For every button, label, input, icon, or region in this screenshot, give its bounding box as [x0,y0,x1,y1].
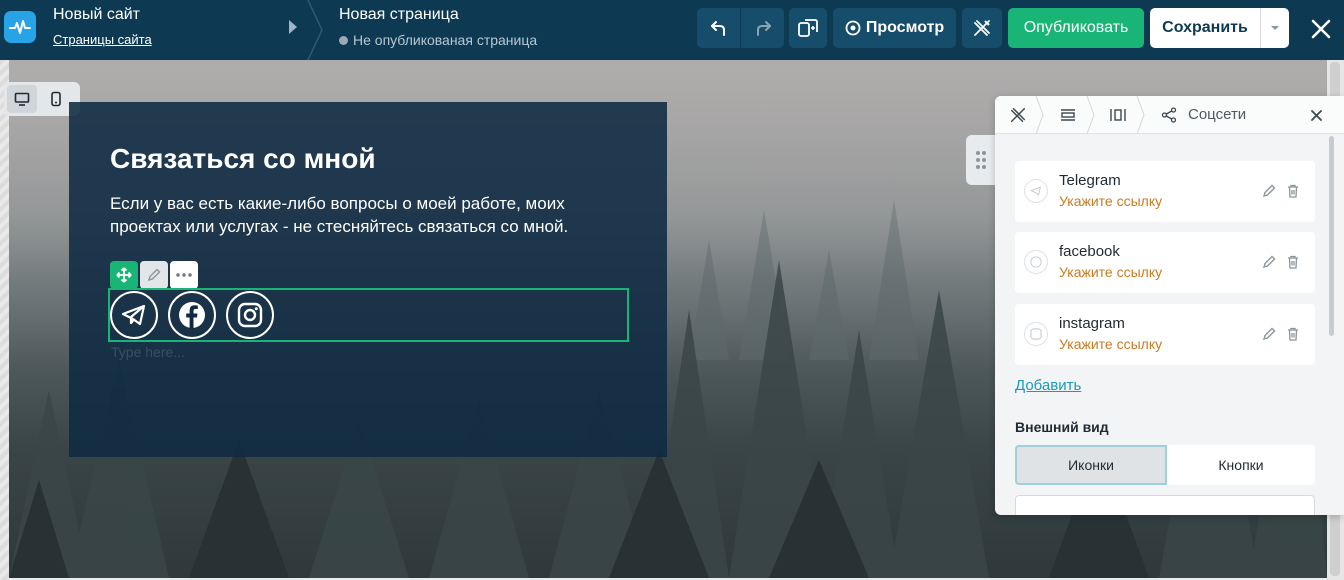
spacing-icon [1110,109,1126,121]
page-title[interactable]: Новая страница [339,6,459,24]
instagram-icon [237,302,263,328]
page-status-text: Не опубликованая страница [353,32,538,48]
preview-label: Просмотр [865,19,945,36]
pages-button[interactable] [789,8,827,48]
social-item-telegram[interactable]: Telegram Укажите ссылку [1015,161,1315,222]
settings-panel: Соцсети Telegram Укажите ссылку facebook… [995,96,1344,515]
panel-close-button[interactable] [1308,107,1324,123]
site-dropdown-arrow-icon[interactable] [289,20,297,34]
panel-tab-layout[interactable] [1053,96,1083,134]
mobile-icon [51,91,61,107]
panel-scrollbar[interactable] [1329,136,1334,336]
telegram-icon [1024,179,1048,203]
desktop-view-button[interactable] [7,85,37,113]
appearance-icons-option[interactable]: Иконки [1015,445,1167,485]
facebook-social-link[interactable] [168,291,216,339]
site-title: Новый сайт [53,6,140,23]
close-editor-button[interactable] [1306,14,1336,44]
panel-tab-design[interactable] [1003,96,1033,134]
telegram-icon [121,304,146,326]
mobile-view-button[interactable] [41,85,71,113]
panel-tab-social[interactable] [1157,96,1181,134]
add-social-link[interactable]: Добавить [1015,377,1081,394]
preview-button[interactable]: Просмотр [833,8,956,48]
desktop-icon [14,92,30,106]
pencil-icon[interactable] [1261,183,1277,199]
site-pages-link[interactable]: Страницы сайта [53,32,152,47]
canvas-gutter [0,60,9,580]
appearance-label: Внешний вид [1015,419,1109,435]
section-text[interactable]: Если у вас есть какие-либо вопросы о мое… [110,192,630,238]
facebook-icon [179,302,205,329]
undo-button[interactable] [697,8,740,48]
pencil-icon [147,268,161,282]
move-icon [116,267,132,283]
trash-icon[interactable] [1285,254,1301,270]
social-item-name: facebook [1059,243,1120,260]
eye-icon [845,20,861,36]
publish-button[interactable]: Опубликовать [1008,8,1144,48]
text-placeholder[interactable]: Type here... [111,344,185,360]
undo-icon [710,21,725,36]
appearance-buttons-option[interactable]: Кнопки [1167,445,1315,485]
edit-element-button[interactable] [140,261,168,289]
save-options-button[interactable] [1260,8,1289,48]
social-item-instagram[interactable]: instagram Укажите ссылку [1015,304,1315,365]
design-icon [1010,107,1026,123]
pencil-icon[interactable] [1261,326,1277,342]
redo-icon [756,21,771,36]
chevron-down-icon [1271,26,1279,30]
design-icon [974,20,990,36]
pages-icon [798,19,818,37]
instagram-social-link[interactable] [226,291,274,339]
social-item-link-hint[interactable]: Укажите ссылку [1059,264,1162,280]
appearance-segmented-control: Иконки Кнопки [1015,445,1315,485]
panel-title: Соцсети [1188,106,1247,123]
save-button[interactable]: Сохранить [1150,8,1260,48]
breadcrumb-separator [307,0,323,60]
logo-icon[interactable] [4,11,36,43]
design-button[interactable] [962,8,1002,48]
social-item-name: instagram [1059,315,1125,332]
instagram-icon [1024,322,1048,346]
pencil-icon[interactable] [1261,254,1277,270]
trash-icon[interactable] [1285,326,1301,342]
panel-tab-separator [1086,96,1095,134]
status-dot [339,35,348,45]
social-item-link-hint[interactable]: Укажите ссылку [1059,193,1162,209]
facebook-icon [1024,250,1048,274]
element-toolbar [110,261,198,289]
close-icon [1311,19,1331,39]
share-icon [1161,107,1177,123]
page-status: Не опубликованая страница [339,32,537,48]
panel-header: Соцсети [995,96,1344,134]
drag-icon [976,151,986,169]
panel-drag-handle[interactable] [966,135,996,185]
top-bar: Новый сайт Страницы сайта Новая страница… [0,0,1344,60]
social-item-name: Telegram [1059,172,1121,189]
telegram-social-link[interactable] [110,291,158,339]
section-title[interactable]: Связаться со мной [110,143,376,175]
panel-tab-spacing[interactable] [1103,96,1133,134]
more-options-button[interactable] [170,261,198,289]
panel-tab-separator [1136,96,1145,134]
close-icon [1310,109,1322,121]
redo-button[interactable] [741,8,784,48]
move-button[interactable] [110,261,138,289]
trash-icon[interactable] [1285,183,1301,199]
social-item-link-hint[interactable]: Укажите ссылку [1059,336,1162,352]
more-icon [176,273,192,277]
layout-icon [1061,109,1075,121]
social-item-facebook[interactable]: facebook Укажите ссылку [1015,232,1315,293]
panel-tab-separator [1035,96,1044,134]
icon-style-preview[interactable] [1015,495,1315,515]
